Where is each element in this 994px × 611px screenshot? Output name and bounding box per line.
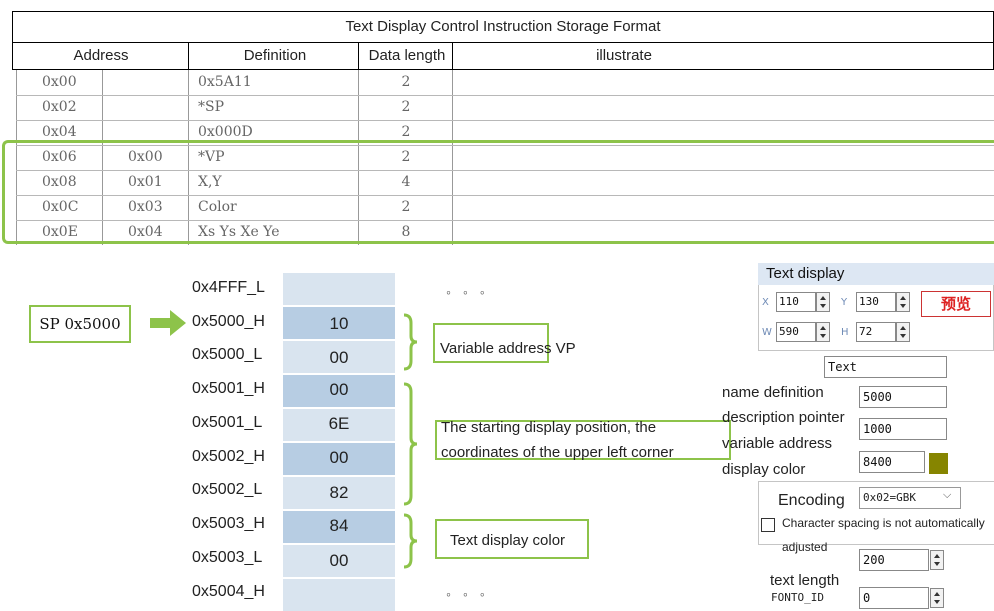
w-label: W [762, 327, 772, 338]
h-label: H [841, 327, 849, 338]
mem-cell [283, 579, 395, 611]
row-divider [16, 95, 994, 96]
w-spinner[interactable] [816, 322, 830, 342]
mem-address: 0x4FFF_L [192, 279, 265, 296]
font-id-spinner[interactable] [930, 588, 944, 608]
note-vp: Variable address VP [440, 340, 576, 357]
font-id-label: FONTO_ID [771, 591, 824, 604]
y-spinner[interactable] [896, 292, 910, 312]
mem-cell: 84 [283, 511, 395, 543]
mem-address: 0x5002_L [192, 481, 263, 498]
arrow-right-icon [150, 310, 186, 336]
preview-button[interactable]: 预览 [921, 291, 991, 317]
mem-cell: 00 [283, 341, 395, 373]
encoding-label: Encoding [778, 492, 845, 509]
header-definition: Definition [243, 47, 307, 64]
table-divider [452, 42, 453, 70]
cell-definition: 0x5A11 [198, 74, 252, 90]
ellipsis: ◦ ◦ ◦ [446, 586, 489, 602]
mem-address: 0x5001_L [192, 414, 263, 431]
note-position-line2: coordinates of the upper left corner [441, 444, 674, 461]
row-divider [16, 120, 994, 121]
spacing-label: Character spacing is not automatically [782, 516, 985, 530]
mem-cell: 00 [283, 443, 395, 475]
y-label: Y [841, 297, 848, 308]
brace-icon [403, 313, 418, 371]
mem-address: 0x5002_H [192, 448, 265, 465]
display-color-input[interactable]: 8400 [859, 451, 925, 473]
color-swatch[interactable] [929, 453, 948, 474]
description-pointer-label: description pointer [722, 409, 845, 426]
table-divider [358, 42, 359, 70]
x-label: X [762, 297, 769, 308]
note-color: Text display color [450, 532, 566, 549]
font-id-input[interactable]: 0 [859, 587, 929, 609]
header-data-length: Data length [368, 47, 446, 64]
adjusted-label: adjusted [782, 540, 828, 554]
mem-address: 0x5001_H [192, 380, 265, 397]
mem-address: 0x5003_L [192, 549, 263, 566]
table-divider [188, 42, 189, 70]
h-input[interactable]: 72 [856, 322, 896, 342]
text-length-label: text length [770, 572, 840, 589]
text-length-input[interactable]: 200 [859, 549, 929, 571]
ellipsis: ◦ ◦ ◦ [446, 284, 489, 300]
mem-address: 0x5000_L [192, 346, 263, 363]
mem-cell: 00 [283, 375, 395, 407]
cell-definition: *SP [198, 99, 225, 115]
cell-address: 0x02 [42, 99, 77, 115]
mem-cell: 00 [283, 545, 395, 577]
description-pointer-input[interactable]: 1000 [859, 418, 947, 440]
mem-cell: 6E [283, 409, 395, 441]
y-input[interactable]: 130 [856, 292, 896, 312]
mem-address: 0x5003_H [192, 515, 265, 532]
panel-title: Text display [758, 263, 994, 285]
h-spinner[interactable] [896, 322, 910, 342]
highlight-frame [2, 140, 994, 244]
mem-cell: 82 [283, 477, 395, 509]
name-definition-label: name definition [722, 384, 824, 401]
header-address: Address [73, 47, 129, 64]
note-position-line1: The starting display position, the [441, 419, 657, 436]
mem-address: 0x5004_H [192, 583, 265, 600]
cell-address: 0x00 [42, 74, 77, 90]
table-header-row: Address Definition Data length illustrat… [12, 42, 994, 70]
spacing-checkbox[interactable] [761, 518, 775, 532]
x-spinner[interactable] [816, 292, 830, 312]
header-illustrate: illustrate [596, 47, 652, 64]
chevron-down-icon: ⌵ [943, 489, 952, 501]
mem-cell [283, 273, 395, 305]
cell-length: 2 [401, 74, 411, 90]
brace-icon [403, 513, 418, 569]
brace-icon [403, 382, 418, 506]
sp-pointer-box: SP 0x5000 [29, 305, 131, 343]
w-input[interactable]: 590 [776, 322, 816, 342]
x-input[interactable]: 110 [776, 292, 816, 312]
text-input[interactable]: Text [824, 356, 947, 378]
variable-address-label: variable address [722, 435, 833, 452]
cell-length: 2 [401, 99, 411, 115]
display-color-label: display color [722, 461, 806, 478]
mem-cell: 10 [283, 307, 395, 339]
text-length-spinner[interactable] [930, 550, 944, 570]
mem-address: 0x5000_H [192, 313, 265, 330]
table-title: Text Display Control Instruction Storage… [12, 11, 994, 42]
name-definition-input[interactable]: 5000 [859, 386, 947, 408]
